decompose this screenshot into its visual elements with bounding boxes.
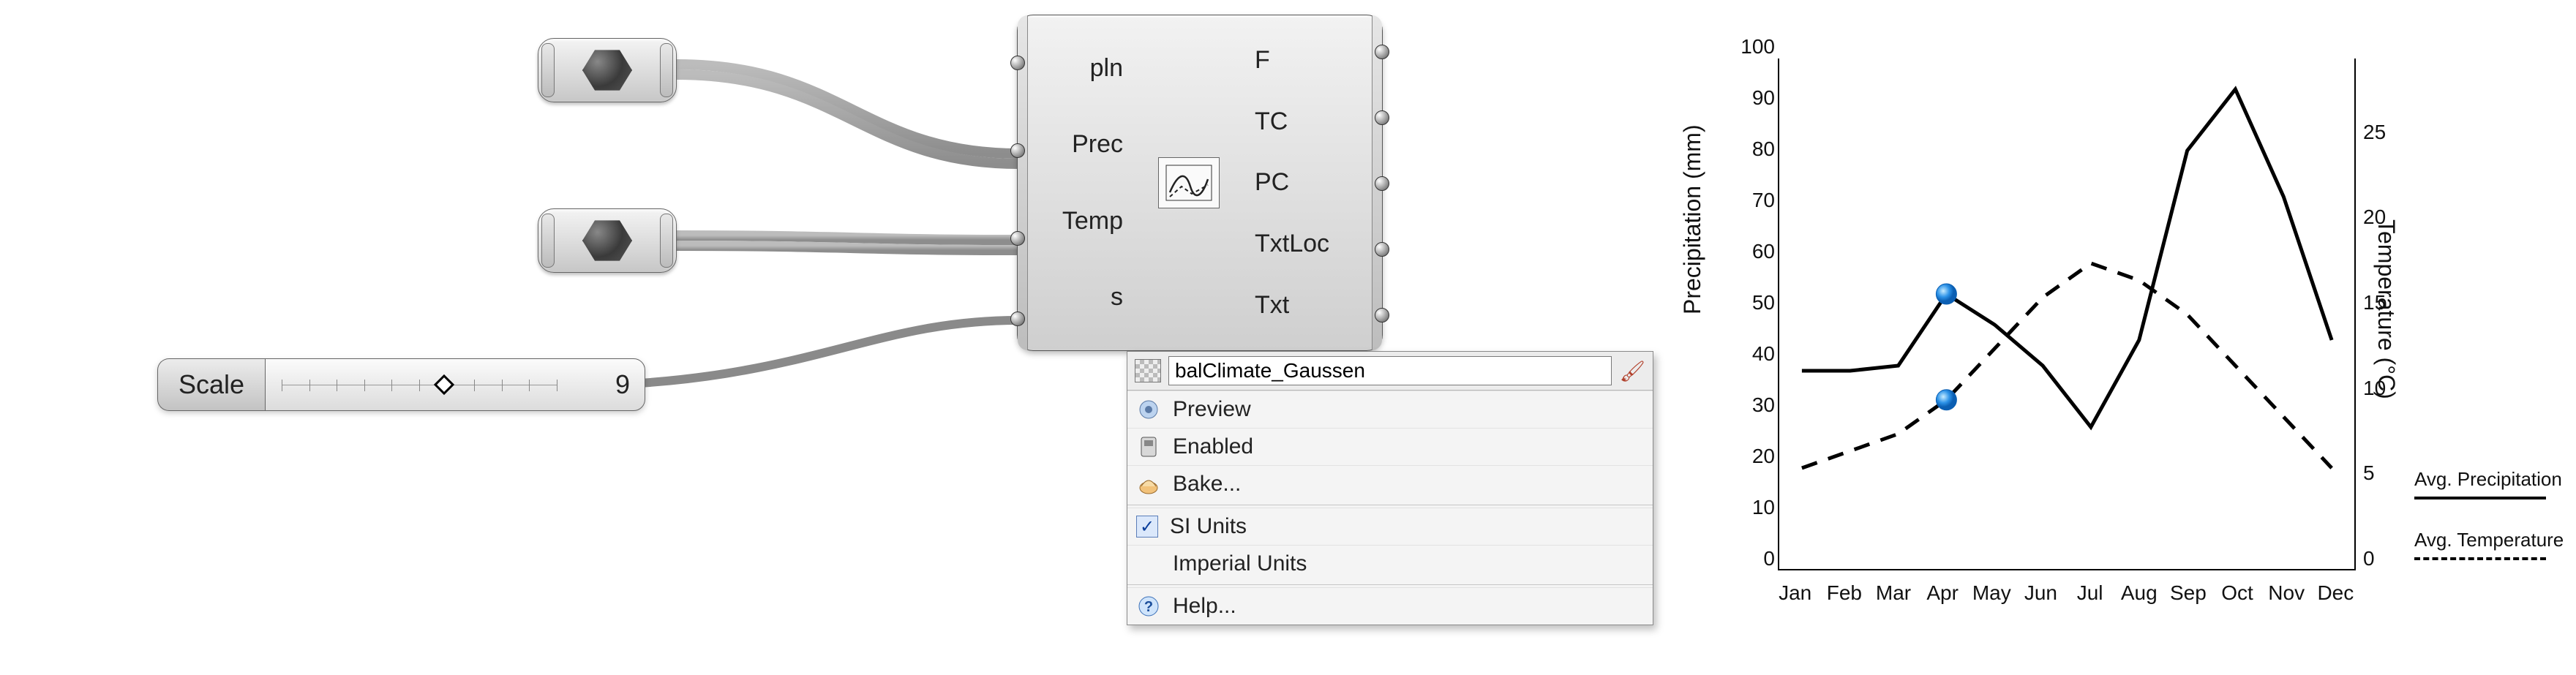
input-pln[interactable]: pln <box>1090 54 1123 83</box>
climate-chart: Precipitation (mm) Temperature (°C) 0 10… <box>1668 37 2561 651</box>
color-swatch-icon[interactable] <box>1135 359 1161 382</box>
bake-icon <box>1136 472 1161 497</box>
port-out-f[interactable] <box>1375 45 1389 59</box>
output-f[interactable]: F <box>1255 46 1270 75</box>
y-ticks-left: 0 10 20 30 40 50 60 70 80 90 100 <box>1731 59 1775 570</box>
slider-label: Scale <box>157 358 265 411</box>
help-icon: ? <box>1136 594 1161 619</box>
component-name-input[interactable] <box>1168 356 1612 385</box>
menu-preview-label: Preview <box>1173 397 1251 422</box>
menu-enabled[interactable]: Enabled <box>1127 428 1653 465</box>
legend-dashed-line-icon <box>2414 557 2546 560</box>
input-s[interactable]: s <box>1111 283 1123 312</box>
series-precipitation <box>1802 89 2332 427</box>
menu-separator <box>1127 584 1653 585</box>
chart-svg <box>1778 59 2356 570</box>
check-icon: ✓ <box>1136 516 1158 538</box>
port-in-prec[interactable] <box>1010 143 1025 158</box>
slider-track[interactable]: 9 <box>265 358 645 411</box>
menu-bake-label: Bake... <box>1173 472 1241 497</box>
grasshopper-canvas[interactable]: Scale 9 pln Prec Temp s <box>0 0 1280 675</box>
menu-preview[interactable]: Preview <box>1127 391 1653 428</box>
legend-precip-label: Avg. Precipitation <box>2414 468 2576 491</box>
output-tc[interactable]: TC <box>1255 108 1288 136</box>
component-inputs: pln Prec Temp s <box>1028 15 1130 350</box>
menu-imperial-label: Imperial Units <box>1173 551 1307 576</box>
component-outputs: F TC PC TxtLoc Txt <box>1247 15 1372 350</box>
param-component-1[interactable] <box>538 38 677 102</box>
port-in-pln[interactable] <box>1010 56 1025 70</box>
gaussen-component[interactable]: pln Prec Temp s F TC PC TxtLoc Txt <box>1017 15 1383 351</box>
menu-enabled-label: Enabled <box>1173 434 1253 459</box>
legend-precipitation: Avg. Precipitation <box>2414 468 2576 499</box>
port-out-tc[interactable] <box>1375 110 1389 125</box>
output-pc[interactable]: PC <box>1255 168 1289 197</box>
menu-help-label: Help... <box>1173 594 1236 619</box>
output-txt[interactable]: Txt <box>1255 291 1289 320</box>
blank-icon <box>1136 551 1161 576</box>
legend-temp-label: Avg. Temperature <box>2414 529 2576 551</box>
enabled-icon <box>1136 434 1161 459</box>
menu-imperial-units[interactable]: Imperial Units <box>1127 545 1653 582</box>
chart-icon <box>1158 157 1220 208</box>
preview-icon <box>1136 397 1161 422</box>
menu-help[interactable]: ? Help... <box>1127 587 1653 625</box>
component-center <box>1130 15 1247 350</box>
hex-icon <box>582 219 632 263</box>
menu-si-label: SI Units <box>1170 514 1247 539</box>
hex-icon <box>582 48 632 92</box>
svg-text:?: ? <box>1144 599 1153 615</box>
input-prec[interactable]: Prec <box>1072 130 1123 159</box>
y-axis-left-label: Precipitation (mm) <box>1679 124 1706 314</box>
menu-bake[interactable]: Bake... <box>1127 465 1653 502</box>
slider-value: 9 <box>607 369 630 400</box>
paint-icon[interactable]: 🖌 <box>1619 359 1645 383</box>
param-component-2[interactable] <box>538 208 677 273</box>
slider-grip[interactable] <box>433 374 454 395</box>
chart-legend: Avg. Precipitation Avg. Temperature <box>2414 468 2576 589</box>
port-in-s[interactable] <box>1010 312 1025 326</box>
port-in-temp[interactable] <box>1010 231 1025 246</box>
number-slider[interactable]: Scale 9 <box>157 358 645 411</box>
port-out-txtloc[interactable] <box>1375 242 1389 257</box>
legend-temperature: Avg. Temperature <box>2414 529 2576 560</box>
port-out-pc[interactable] <box>1375 176 1389 191</box>
input-temp[interactable]: Temp <box>1062 207 1123 235</box>
context-menu-header: 🖌 <box>1127 352 1653 391</box>
port-out-txt[interactable] <box>1375 308 1389 323</box>
y-ticks-right: 0 5 10 15 20 25 <box>2363 59 2400 570</box>
output-txtloc[interactable]: TxtLoc <box>1255 230 1329 258</box>
legend-solid-line-icon <box>2414 497 2546 499</box>
menu-si-units[interactable]: ✓ SI Units <box>1127 508 1653 545</box>
context-menu[interactable]: 🖌 Preview Enabled Bake... ✓ SI Units <box>1127 351 1653 625</box>
